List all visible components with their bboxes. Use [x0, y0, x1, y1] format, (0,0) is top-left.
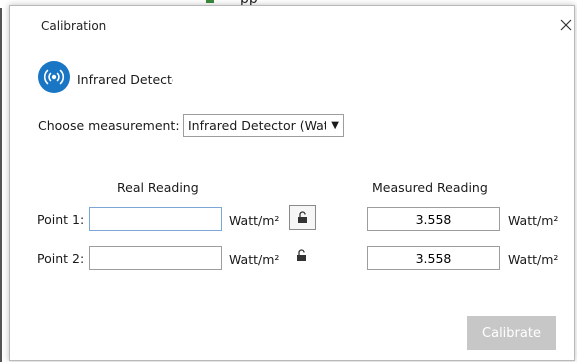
calibrate-button[interactable]: Calibrate	[467, 316, 556, 350]
point-1-label: Point 1:	[37, 212, 85, 227]
calibration-dialog: Calibration Infrared Detector Choose mea…	[9, 5, 575, 361]
point-1-measured-unit: Watt/m²	[508, 213, 559, 228]
background-accent	[206, 0, 214, 3]
sensor-name: Infrared Detector	[77, 72, 173, 87]
background-window-edge	[0, 0, 2, 362]
point-1-lock-button[interactable]	[289, 205, 316, 230]
point-1-real-unit: Watt/m²	[229, 213, 280, 228]
point-2-label: Point 2:	[37, 251, 85, 266]
point-2-measured-unit: Watt/m²	[508, 252, 559, 267]
point-2-lock-button[interactable]	[289, 244, 316, 269]
point-1-measured-input[interactable]	[367, 207, 500, 231]
dialog-title: Calibration	[41, 19, 107, 33]
measured-reading-header: Measured Reading	[372, 180, 488, 195]
close-button[interactable]	[555, 14, 577, 36]
point-2-measured-input[interactable]	[367, 246, 500, 270]
measurement-selected: Infrared Detector (Watt/m²)	[188, 118, 326, 133]
point-2-real-unit: Watt/m²	[229, 252, 280, 267]
point-2-real-input[interactable]	[89, 246, 222, 270]
unlock-icon	[298, 211, 307, 223]
real-reading-header: Real Reading	[117, 180, 199, 195]
measurement-select[interactable]: Infrared Detector (Watt/m²) ▼	[183, 114, 344, 137]
point-1-real-input[interactable]	[89, 207, 222, 231]
measurement-label: Choose measurement:	[38, 118, 180, 133]
unlock-icon	[297, 249, 306, 261]
dropdown-arrow-icon: ▼	[331, 120, 339, 131]
infrared-sensor-icon	[38, 61, 70, 93]
close-icon	[560, 19, 572, 31]
